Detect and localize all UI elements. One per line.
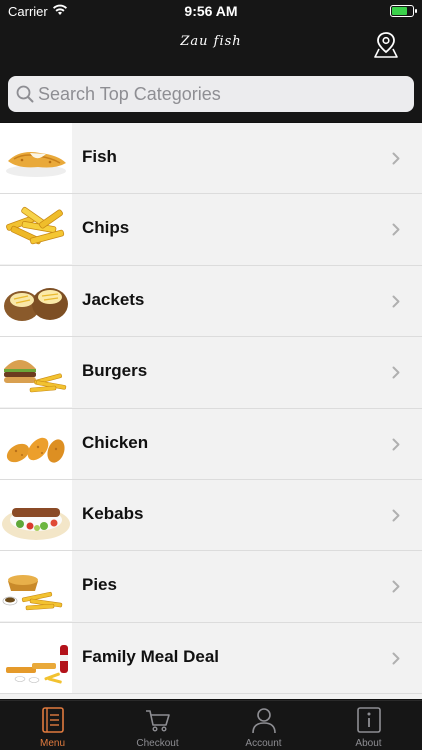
chevron-right-icon bbox=[392, 509, 400, 522]
jackets-image bbox=[0, 265, 72, 336]
category-item-family-meal-deal[interactable]: Family Meal Deal bbox=[0, 622, 422, 695]
category-item-kebabs[interactable]: Kebabs bbox=[0, 479, 422, 552]
kebabs-image bbox=[0, 479, 72, 550]
chevron-right-icon bbox=[392, 152, 400, 165]
search-bar bbox=[0, 68, 422, 122]
search-input[interactable] bbox=[38, 76, 398, 112]
map-pin-icon bbox=[374, 32, 398, 58]
search-box[interactable] bbox=[8, 76, 414, 112]
menu-book-icon bbox=[42, 707, 64, 733]
category-item-jackets[interactable]: Jackets bbox=[0, 265, 422, 338]
category-label: Pies bbox=[82, 575, 117, 595]
nav-bar: Zau fish bbox=[0, 24, 422, 68]
tab-bar: Menu Checkout Account About bbox=[0, 700, 422, 750]
tab-label: About bbox=[355, 738, 382, 749]
category-item-burgers[interactable]: Burgers bbox=[0, 337, 422, 409]
pies-image bbox=[0, 551, 72, 622]
chevron-right-icon bbox=[392, 652, 400, 665]
tab-label: Checkout bbox=[136, 738, 179, 749]
fish-image bbox=[0, 123, 72, 193]
tab-label: Menu bbox=[39, 738, 65, 749]
cart-icon bbox=[146, 710, 170, 732]
category-label: Burgers bbox=[82, 361, 148, 381]
store-locator-button[interactable] bbox=[372, 30, 400, 60]
category-label: Chicken bbox=[82, 432, 149, 452]
category-item-chicken[interactable]: Chicken bbox=[0, 408, 422, 480]
category-label: Jackets bbox=[82, 289, 145, 309]
category-item-pies[interactable]: Pies bbox=[0, 551, 422, 623]
category-item-fish[interactable]: Fish bbox=[0, 123, 422, 195]
category-list: Fish Chips Jackets Burgers Chicken Kebab… bbox=[0, 123, 422, 699]
chevron-right-icon bbox=[392, 223, 400, 236]
chevron-right-icon bbox=[392, 366, 400, 379]
category-label: Family Meal Deal bbox=[82, 646, 220, 666]
app-logo: Zau fish bbox=[180, 34, 242, 49]
tab-account[interactable]: Account bbox=[211, 701, 316, 750]
category-label: Fish bbox=[82, 147, 117, 166]
tab-about[interactable]: About bbox=[316, 701, 421, 750]
family-meal-image bbox=[0, 622, 72, 693]
category-label: Chips bbox=[82, 218, 130, 238]
category-label: Kebabs bbox=[82, 503, 144, 523]
info-icon bbox=[357, 707, 381, 733]
battery-icon bbox=[390, 5, 417, 17]
burgers-image bbox=[0, 337, 72, 408]
chevron-right-icon bbox=[392, 295, 400, 308]
clock: 9:56 AM bbox=[184, 3, 238, 19]
search-icon bbox=[16, 85, 34, 103]
category-item-chips[interactable]: Chips bbox=[0, 194, 422, 266]
user-icon bbox=[252, 708, 276, 734]
status-bar: Carrier 9:56 AM bbox=[0, 0, 422, 24]
chevron-right-icon bbox=[392, 580, 400, 593]
chevron-right-icon bbox=[392, 438, 400, 451]
tab-checkout[interactable]: Checkout bbox=[105, 701, 210, 750]
tab-label: Account bbox=[245, 738, 282, 749]
chicken-image bbox=[0, 408, 72, 479]
chips-image bbox=[0, 194, 72, 265]
tab-menu[interactable]: Menu bbox=[0, 701, 105, 750]
